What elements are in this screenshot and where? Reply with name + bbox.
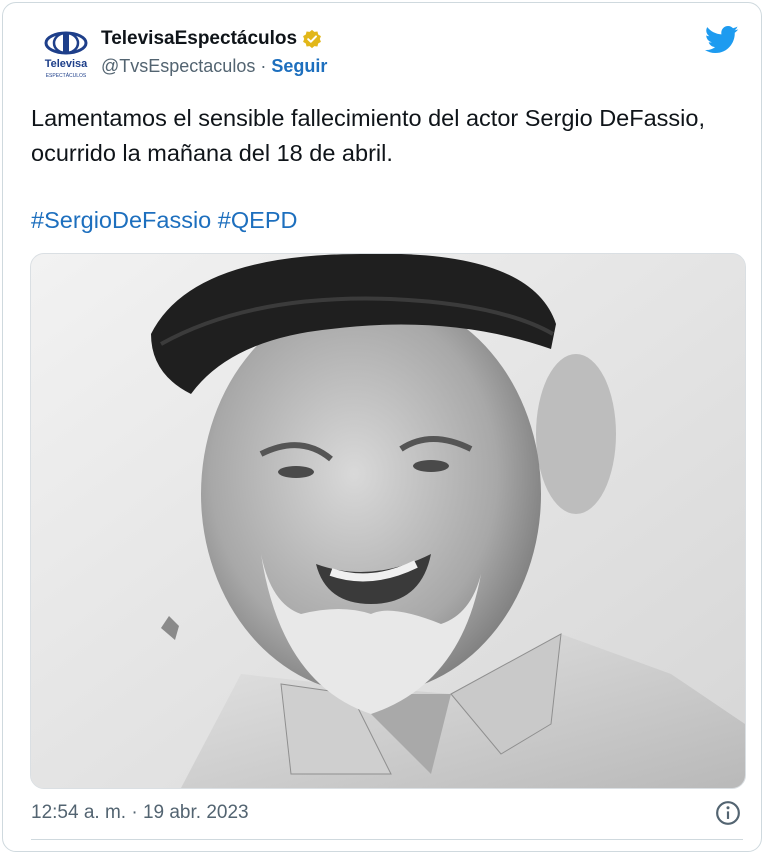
televisa-logo[interactable]: Televisa ESPECTÁCULOS xyxy=(37,29,95,85)
follow-button[interactable]: Seguir xyxy=(271,56,327,76)
author-display-name-text[interactable]: TelevisaEspectáculos xyxy=(101,27,297,51)
tweet-photo[interactable] xyxy=(30,253,746,789)
twitter-bird-icon[interactable] xyxy=(705,25,739,55)
svg-text:Televisa: Televisa xyxy=(45,58,88,70)
televisa-logo-icon: Televisa ESPECTÁCULOS xyxy=(44,31,88,79)
portrait-photo xyxy=(31,254,745,788)
tweet-footer: 12:54 a. m. · 19 abr. 2023 xyxy=(31,798,743,830)
separator-dot: · xyxy=(260,56,267,76)
tweet-header: Televisa ESPECTÁCULOS TelevisaEspectácul… xyxy=(29,21,749,85)
tweet-timestamp[interactable]: 12:54 a. m. · 19 abr. 2023 xyxy=(31,802,249,823)
tweet-hashtags: #SergioDeFassio #QEPD xyxy=(31,203,297,238)
author-handle[interactable]: @TvsEspectaculos xyxy=(101,56,255,76)
footer-divider xyxy=(31,839,743,840)
tweet-text: Lamentamos el sensible fallecimiento del… xyxy=(31,105,705,166)
verified-badge-icon xyxy=(303,29,322,49)
info-icon[interactable] xyxy=(715,800,741,826)
hashtag-link[interactable]: #SergioDeFassio xyxy=(31,207,211,233)
svg-text:ESPECTÁCULOS: ESPECTÁCULOS xyxy=(46,72,87,79)
author-handle-row: @TvsEspectaculos · Seguir xyxy=(101,53,327,79)
author-names: TelevisaEspectáculos @TvsEspectaculos · … xyxy=(101,27,327,79)
hashtag-link[interactable]: #QEPD xyxy=(218,207,298,233)
author-display-name[interactable]: TelevisaEspectáculos xyxy=(101,27,322,51)
tweet-card: Televisa ESPECTÁCULOS TelevisaEspectácul… xyxy=(2,2,762,852)
